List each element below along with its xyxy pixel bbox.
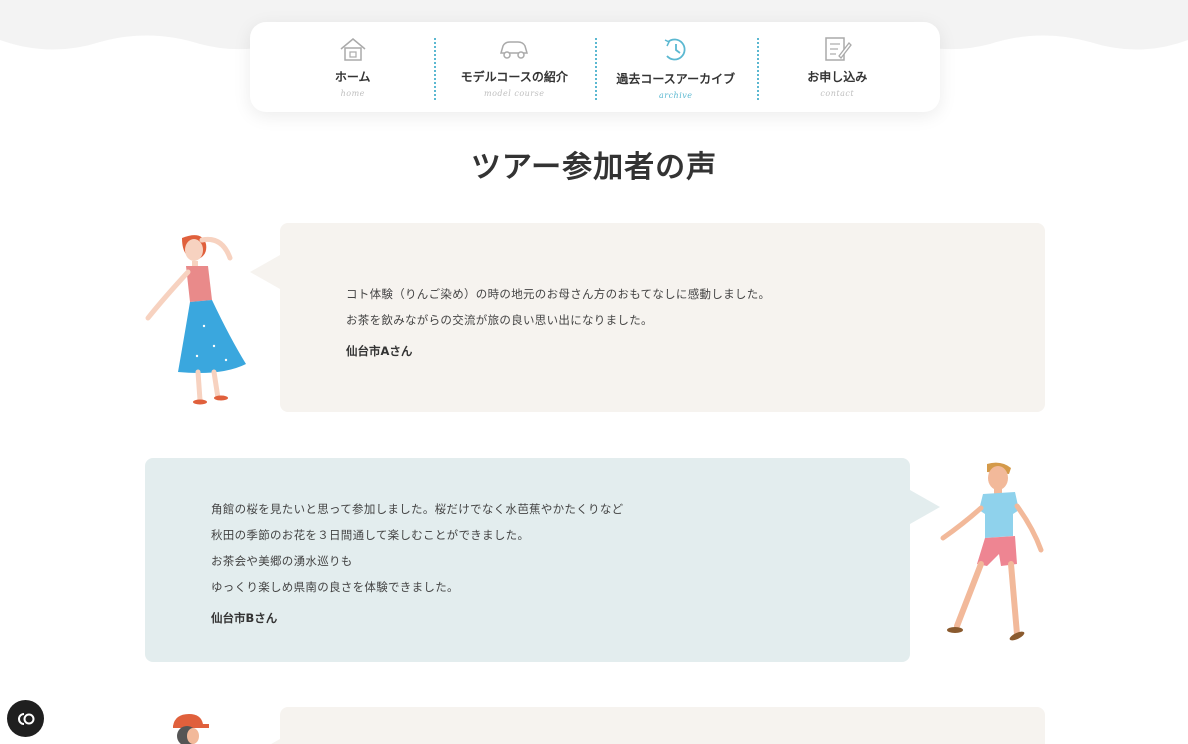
cookie-consent-button[interactable] — [7, 700, 44, 737]
man-illustration — [940, 462, 1044, 641]
history-icon — [660, 36, 692, 64]
car-icon — [498, 36, 530, 62]
form-icon — [821, 36, 853, 62]
nav-label: 過去コースアーカイブ — [616, 72, 736, 86]
testimonial-author: 仙台市Bさん — [211, 611, 278, 625]
testimonial-author: 仙台市Aさん — [346, 344, 413, 358]
testimonial-line: 角館の桜を見たいと思って参加しました。桜だけでなく水芭蕉やかたくりなど — [211, 502, 624, 516]
speech-bubble-tail — [250, 739, 280, 744]
nav-sublabel: model course — [484, 89, 545, 98]
nav-item-model-course[interactable]: モデルコースの紹介 model course — [433, 36, 596, 100]
global-nav: ホーム home モデルコースの紹介 model course 過去コースアーカ… — [250, 22, 940, 112]
testimonial-line: 秋田の季節のお花を３日間通して楽しむことができました。 — [211, 528, 530, 542]
page-title: ツアー参加者の声 — [470, 150, 718, 185]
testimonial-card: コト体験（りんご染め）の時の地元のお母さん方のおもてなしに感動しました。 お茶を… — [250, 223, 1045, 412]
testimonial-line: ゆっくり楽しめ県南の良さを体験できました。 — [211, 580, 459, 594]
nav-sublabel: contact — [820, 89, 855, 98]
house-icon — [337, 36, 369, 62]
testimonial-card: 角館の桜を見たいと思って参加しました。桜だけでなく水芭蕉やかたくりなど 秋田の季… — [145, 458, 940, 662]
nav-label: お申し込み — [807, 70, 868, 84]
nav-item-contact[interactable]: お申し込み contact — [756, 36, 919, 100]
testimonial-line: コト体験（りんご染め）の時の地元のお母さん方のおもてなしに感動しました。 — [346, 287, 771, 301]
nav-item-home[interactable]: ホーム home — [272, 36, 434, 98]
testimonial-line: お茶を飲みながらの交流が旅の良い思い出になりました。 — [346, 313, 653, 327]
cookie-consent-icon — [17, 712, 34, 725]
nav-sublabel: archive — [658, 91, 693, 100]
woman-illustration — [145, 235, 246, 405]
nav-label: ホーム — [334, 70, 371, 84]
nav-item-archive[interactable]: 過去コースアーカイブ archive — [595, 36, 757, 100]
speech-bubble-tail — [250, 255, 280, 289]
testimonial-line: お茶会や美郷の湧水巡りも — [211, 554, 353, 568]
nav-sublabel: home — [340, 89, 365, 98]
nav-label: モデルコースの紹介 — [460, 70, 568, 84]
person-with-cap-illustration — [173, 714, 209, 744]
testimonial-card — [250, 707, 1045, 744]
